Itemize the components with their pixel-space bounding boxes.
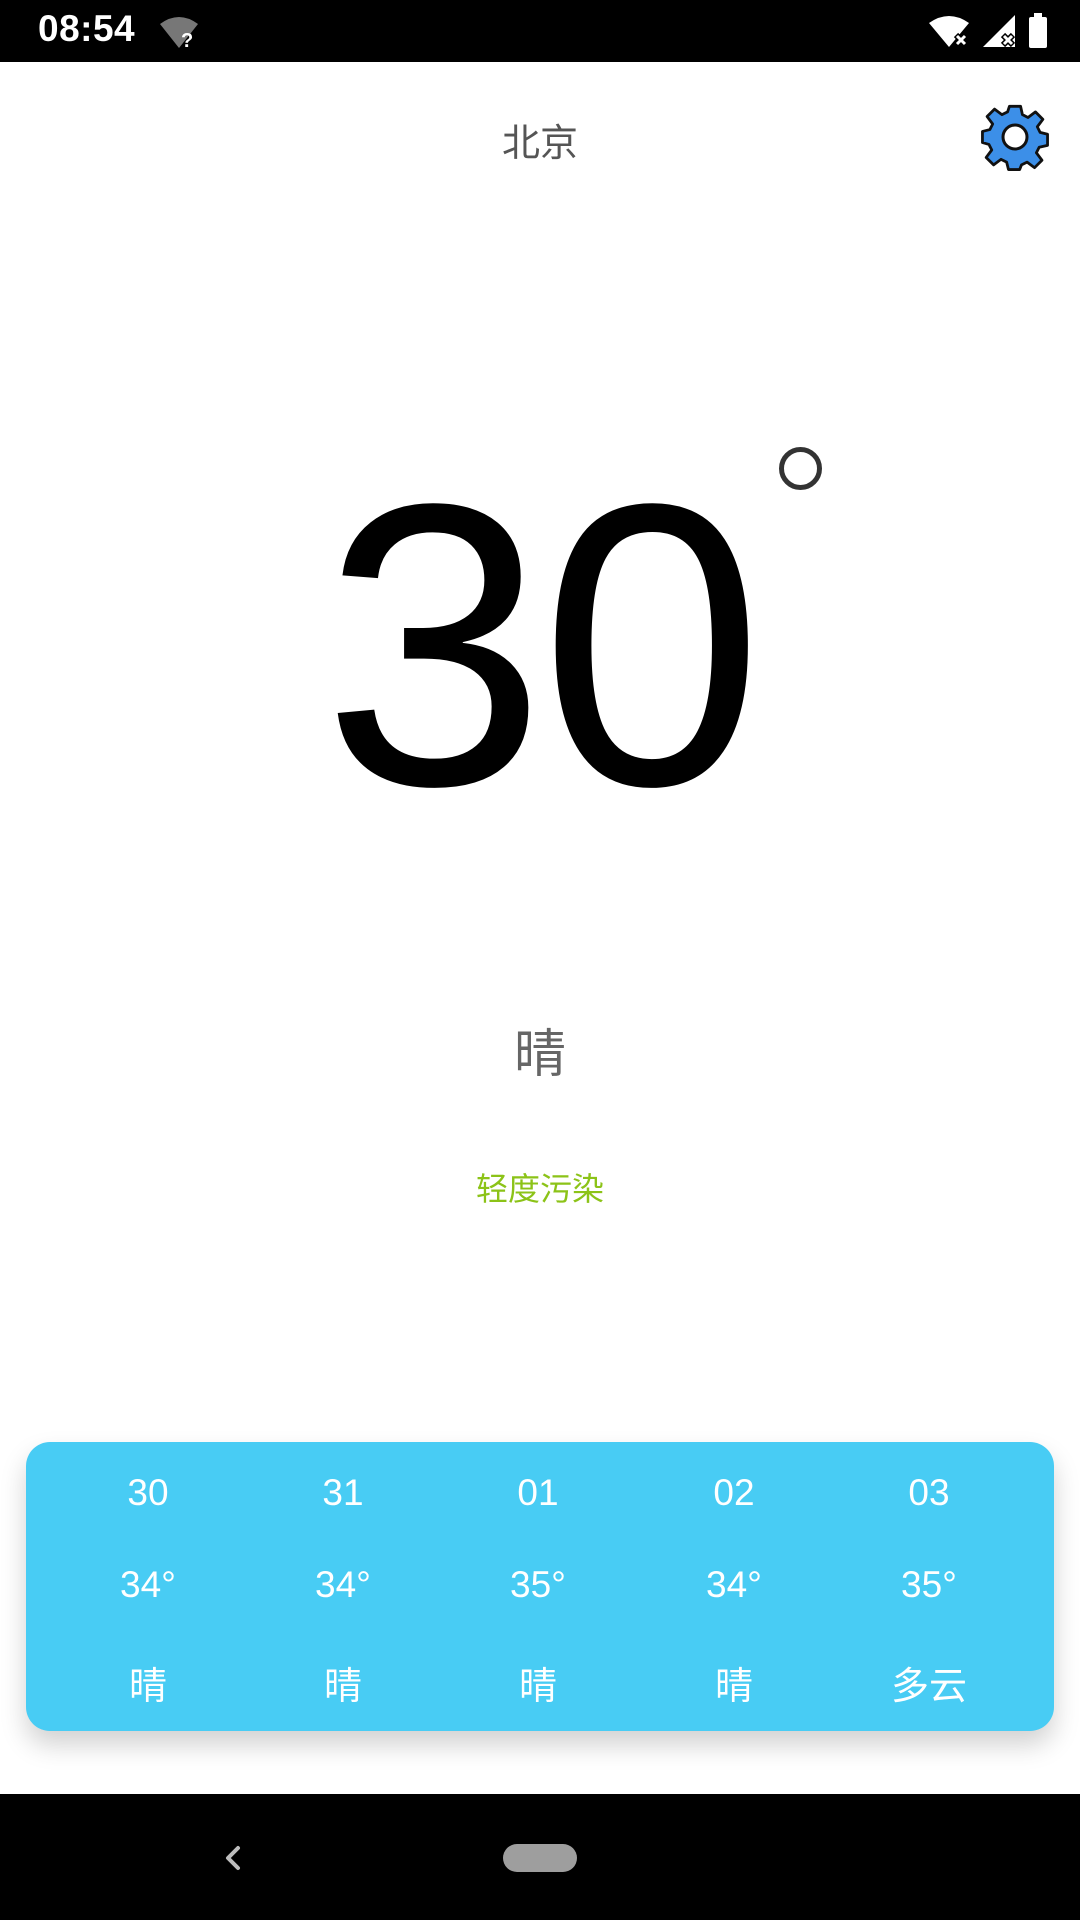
- forecast-day: 31 34° 晴: [263, 1442, 423, 1731]
- forecast-temp: 35°: [510, 1564, 566, 1605]
- forecast-date: 31: [322, 1472, 364, 1513]
- forecast-date: 03: [908, 1472, 950, 1513]
- forecast-temp: 34°: [706, 1564, 762, 1605]
- back-chevron-icon[interactable]: [218, 1838, 248, 1878]
- current-weather: 晴: [513, 1025, 566, 1085]
- air-quality: 轻度污染: [475, 1170, 604, 1208]
- signal-off-icon: [983, 15, 1016, 48]
- forecast-weather: 晴: [714, 1664, 753, 1708]
- home-pill-icon[interactable]: [503, 1844, 577, 1872]
- forecast-temp: 35°: [901, 1564, 957, 1605]
- battery-icon: [1029, 13, 1047, 48]
- status-time: 08:54: [38, 8, 136, 49]
- status-icons: [928, 12, 1048, 50]
- wifi-off-icon: [929, 16, 969, 48]
- forecast-weather: 晴: [323, 1664, 362, 1708]
- forecast-day: 30 34° 晴: [68, 1442, 228, 1731]
- forecast-temp: 34°: [315, 1564, 371, 1605]
- forecast-weather: 多云: [890, 1664, 967, 1708]
- forecast-day: 03 35° 多云: [849, 1442, 1009, 1731]
- forecast-date: 02: [713, 1472, 755, 1513]
- current-temperature: 30: [322, 421, 763, 870]
- gear-icon[interactable]: [980, 102, 1050, 172]
- degree-symbol: [779, 447, 822, 490]
- forecast-weather: 晴: [128, 1664, 167, 1708]
- status-bar: 08:54 ?: [0, 0, 1080, 62]
- forecast-card: 30 34° 晴 31 34° 晴 01 35° 晴 02 34° 晴 03 3…: [26, 1442, 1054, 1731]
- forecast-date: 30: [127, 1472, 169, 1513]
- wifi-unknown-icon: ?: [160, 17, 198, 50]
- city-name[interactable]: 北京: [0, 112, 1080, 167]
- forecast-day: 02 34° 晴: [654, 1442, 814, 1731]
- forecast-weather: 晴: [518, 1664, 557, 1708]
- forecast-temp: 34°: [120, 1564, 176, 1605]
- forecast-date: 01: [517, 1472, 559, 1513]
- svg-text:?: ?: [181, 30, 193, 50]
- forecast-day: 01 35° 晴: [458, 1442, 618, 1731]
